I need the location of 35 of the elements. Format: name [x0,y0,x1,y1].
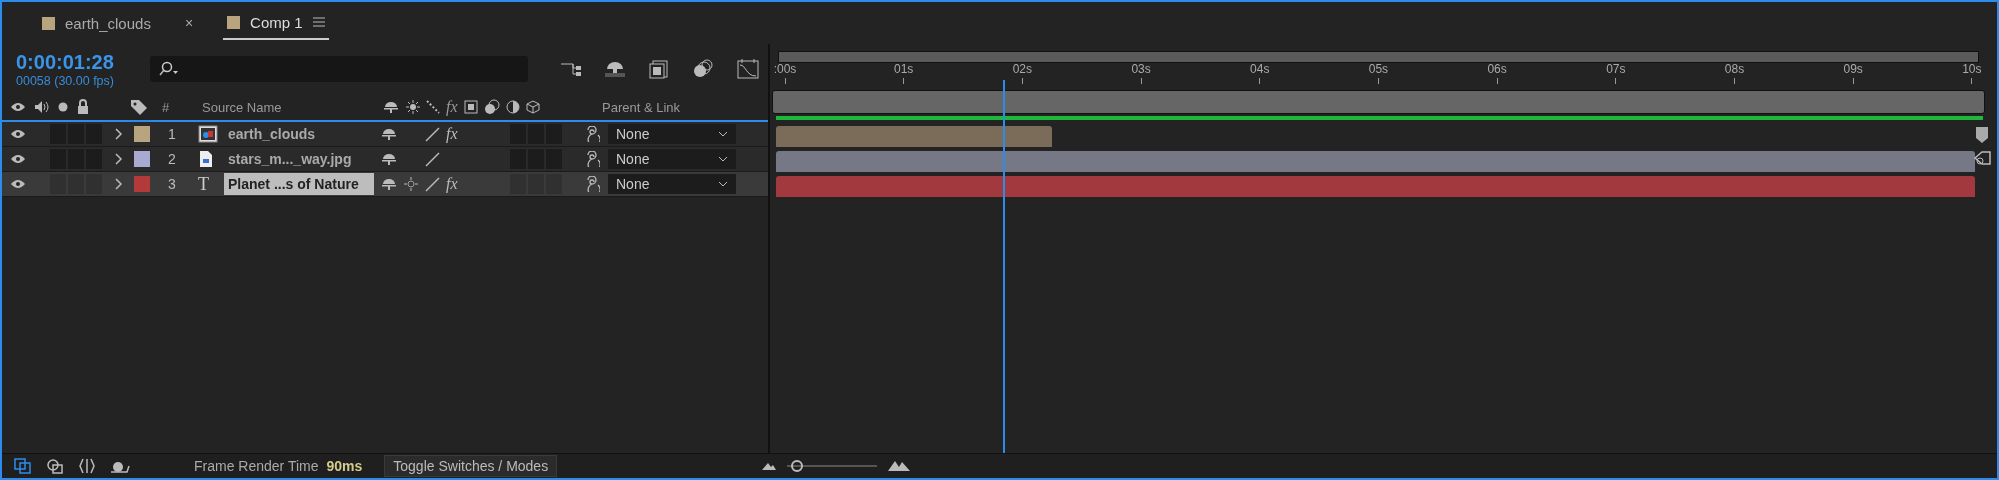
parent-dropdown[interactable]: None [608,124,736,144]
time-label: 08s [1724,62,1745,76]
time-label: 03s [1131,62,1151,76]
layer-number: 2 [168,151,177,167]
tab[interactable]: Comp 1 [223,6,329,40]
time-label: 05s [1368,62,1389,76]
render-time: 90ms [326,458,363,474]
time-label: 02s [1012,62,1033,76]
column-header: Source Name [202,99,283,115]
layer-number: 1 [168,126,177,142]
parent-dropdown[interactable]: None [608,174,736,194]
tab[interactable]: earth_clouds [38,6,155,40]
close-icon[interactable]: × [184,15,194,31]
toggle-button[interactable]: Toggle Switches / Modes [384,455,558,477]
time-label: 04s [1250,62,1270,76]
time-label: 01s [894,62,914,76]
text-layer-icon: T [198,173,214,195]
effects-icon[interactable]: fx [446,175,458,193]
layer-name[interactable]: stars_m..._way.jpg [224,148,374,170]
time-label: 06s [1487,62,1507,76]
column-header: # [162,99,171,115]
time-label: :00s [773,62,797,76]
effects-icon[interactable]: fx [446,125,458,143]
time-label: 09s [1843,62,1863,76]
status-label: Frame Render Time [194,458,319,474]
parent-dropdown[interactable]: None [608,149,736,169]
layer-name[interactable]: Planet ...s of Nature [224,173,374,195]
time-label: 07s [1606,62,1626,76]
column-header: Parent & Link [602,99,681,115]
layer-number: 3 [168,176,177,192]
effects-icon[interactable]: fx [446,98,458,116]
layer-name[interactable]: earth_clouds [224,123,374,145]
time-label: 10s [1962,62,1982,76]
timecode[interactable]: 0:00:01:28 [16,50,136,74]
frame-count: 00058 (30.00 fps) [16,73,115,88]
